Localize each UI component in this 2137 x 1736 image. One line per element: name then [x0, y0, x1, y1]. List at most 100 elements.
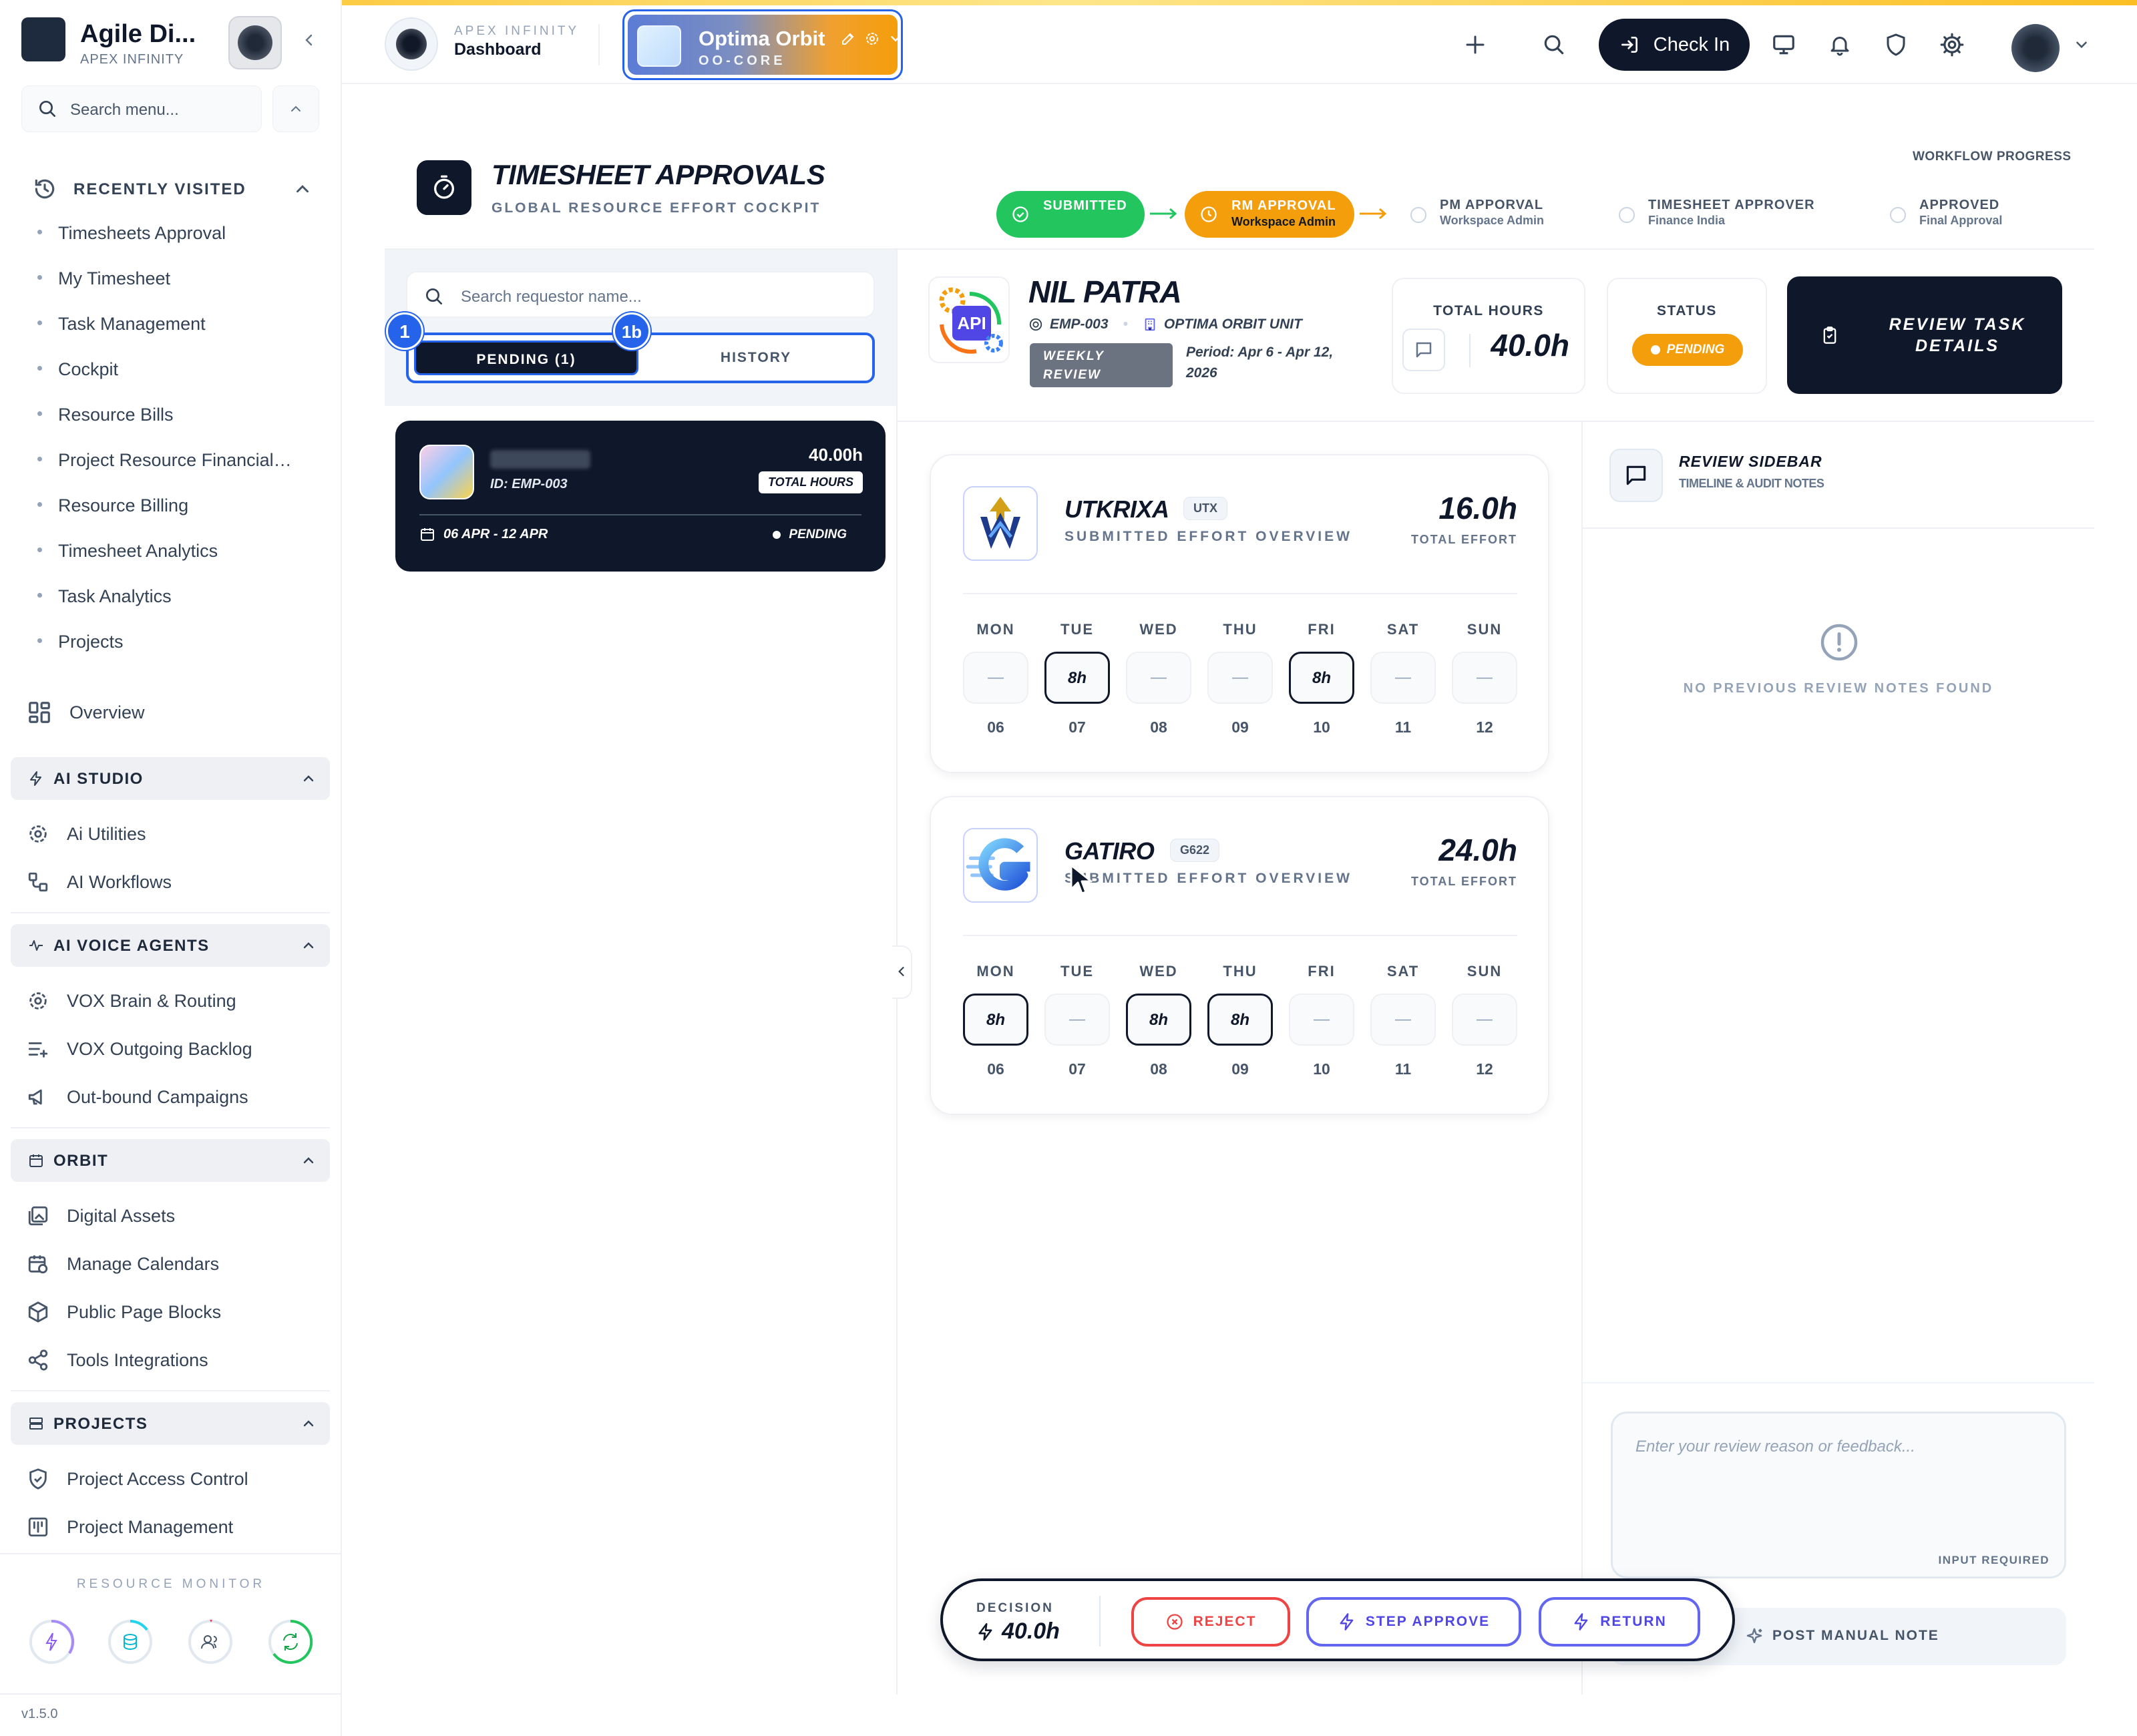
section-projects[interactable]: PROJECTS	[11, 1402, 330, 1445]
recent-item[interactable]: Projects	[37, 632, 124, 652]
sidebar-item-ai-utilities[interactable]: Ai Utilities	[27, 823, 146, 845]
day-date: 08	[1150, 1060, 1167, 1078]
total-hours-box: TOTAL HOURS 40.0h	[1392, 278, 1585, 394]
notifications-button[interactable]	[1823, 28, 1857, 61]
menu-search-placeholder: Search menu...	[70, 101, 179, 119]
day-hours-cell[interactable]: —	[1044, 994, 1110, 1046]
sidebar-item-overview[interactable]: Overview	[27, 700, 145, 725]
day-hours-cell[interactable]: —	[1370, 652, 1436, 704]
sidebar-item-manage-calendars[interactable]: Manage Calendars	[27, 1253, 219, 1275]
review-task-details-button[interactable]: REVIEW TASK DETAILS	[1787, 276, 2062, 394]
day-column: SAT — 11	[1370, 963, 1436, 1078]
company-total-effort: 16.0h	[1438, 491, 1517, 525]
workspace-switcher[interactable]: Optima Orbit OO-CORE	[622, 9, 903, 80]
comments-button[interactable]	[1402, 329, 1445, 371]
tab-history[interactable]: HISTORY	[645, 341, 867, 375]
edit-icon[interactable]	[840, 31, 856, 47]
menu-search-input[interactable]: Search menu...	[21, 85, 262, 132]
user-menu-toggle[interactable]	[2065, 28, 2098, 61]
users-monitor-gauge[interactable]	[187, 1618, 234, 1665]
gear-icon[interactable]	[864, 31, 880, 47]
day-name: SUN	[1467, 963, 1503, 980]
share-nodes-icon	[28, 1349, 48, 1371]
org-logo[interactable]	[385, 17, 438, 71]
workspace-avatar[interactable]	[228, 16, 282, 69]
global-search-button[interactable]	[1537, 28, 1571, 61]
day-column: SAT — 11	[1370, 621, 1436, 736]
day-hours-cell[interactable]: 8h	[1207, 994, 1273, 1046]
return-button[interactable]: RETURN	[1539, 1597, 1700, 1647]
request-card[interactable]: ID: EMP-003 40.00h TOTAL HOURS 06 APR - …	[395, 421, 886, 572]
sidebar-item-project-access-control[interactable]: Project Access Control	[27, 1468, 248, 1490]
sidebar-collapse-button[interactable]	[298, 31, 321, 53]
company-logo	[963, 828, 1038, 903]
review-feedback-textarea[interactable]: Enter your review reason or feedback... …	[1611, 1412, 2066, 1578]
user-avatar[interactable]	[2011, 24, 2060, 72]
requestor-search-input[interactable]: Search requestor name...	[406, 271, 875, 318]
section-orbit[interactable]: ORBIT	[11, 1139, 330, 1182]
app-version: v1.5.0	[21, 1707, 58, 1721]
day-name: SUN	[1467, 621, 1503, 638]
recent-item[interactable]: Project Resource Financial…	[37, 450, 292, 471]
employee-unit: OPTIMA ORBIT UNIT	[1163, 316, 1302, 332]
day-hours-cell[interactable]: —	[1452, 652, 1517, 704]
sidebar-item-project-management[interactable]: Project Management	[27, 1516, 233, 1538]
recent-item[interactable]: My Timesheet	[37, 268, 170, 289]
bolt-gauge-icon	[29, 1619, 75, 1664]
search-icon	[1544, 35, 1564, 55]
recent-item[interactable]: Timesheets Approval	[37, 223, 226, 244]
company-name: UTKRIXA	[1064, 495, 1169, 523]
company-total-effort-label: TOTAL EFFORT	[1411, 533, 1517, 546]
tab-pending[interactable]: PENDING (1)	[414, 341, 638, 375]
security-button[interactable]	[1879, 28, 1913, 61]
day-hours-cell[interactable]: —	[1126, 652, 1191, 704]
recent-item[interactable]: Resource Bills	[37, 405, 174, 425]
sidebar-item-digital-assets[interactable]: Digital Assets	[27, 1205, 175, 1227]
resource-monitor-label: RESOURCE MONITOR	[76, 1577, 266, 1591]
recent-item[interactable]: Resource Billing	[37, 495, 188, 516]
section-ai-studio[interactable]: AI STUDIO	[11, 757, 330, 800]
chevron-down-icon[interactable]	[888, 31, 903, 46]
sidebar-item-ai-workflows[interactable]: AI Workflows	[27, 871, 172, 893]
section-ai-voice-agents[interactable]: AI VOICE AGENTS	[11, 924, 330, 967]
page-title: TIMESHEET APPROVALS	[492, 159, 825, 190]
sync-monitor-gauge[interactable]	[267, 1618, 314, 1665]
day-hours-cell[interactable]: —	[1289, 994, 1354, 1046]
check-in-button[interactable]: Check In	[1599, 19, 1750, 71]
menu-collapse-all-button[interactable]	[272, 85, 319, 132]
reject-button[interactable]: REJECT	[1131, 1597, 1290, 1647]
step-approve-button[interactable]: STEP APPROVE	[1306, 1597, 1521, 1647]
chevron-up-icon	[303, 775, 314, 782]
recent-item[interactable]: Task Analytics	[37, 586, 172, 607]
day-hours-cell[interactable]: —	[963, 652, 1028, 704]
day-hours-cell[interactable]: 8h	[963, 994, 1028, 1046]
display-button[interactable]	[1767, 28, 1800, 61]
recent-item[interactable]: Timesheet Analytics	[37, 541, 218, 562]
sidebar-item-vox-backlog[interactable]: VOX Outgoing Backlog	[27, 1038, 252, 1060]
day-hours-cell[interactable]: 8h	[1289, 652, 1354, 704]
chevron-left-icon	[305, 34, 313, 46]
collapse-list-button[interactable]	[892, 945, 912, 999]
company-name: GATIRO	[1064, 837, 1155, 865]
day-hours-cell[interactable]: 8h	[1126, 994, 1191, 1046]
day-hours-cell[interactable]: 8h	[1044, 652, 1110, 704]
day-hours-cell[interactable]: —	[1207, 652, 1273, 704]
day-hours-cell[interactable]: —	[1370, 994, 1436, 1046]
sidebar-item-vox-brain[interactable]: VOX Brain & Routing	[27, 990, 236, 1012]
db-monitor-gauge[interactable]	[107, 1618, 154, 1665]
day-hours-cell[interactable]: —	[1452, 994, 1517, 1046]
brand-name: Agile Di...	[80, 20, 196, 48]
day-name: WED	[1139, 963, 1178, 980]
recently-visited-header[interactable]: RECENTLY VISITED	[32, 175, 313, 204]
arrow-right-icon	[1150, 208, 1177, 220]
sidebar-item-tools-integrations[interactable]: Tools Integrations	[27, 1349, 208, 1371]
settings-button[interactable]	[1935, 28, 1969, 61]
recent-item[interactable]: Task Management	[37, 314, 206, 335]
database-gauge-icon	[108, 1620, 152, 1664]
sidebar-item-public-page-blocks[interactable]: Public Page Blocks	[27, 1301, 221, 1323]
day-column: MON — 06	[963, 621, 1028, 736]
add-button[interactable]	[1459, 28, 1492, 61]
recent-item[interactable]: Cockpit	[37, 359, 118, 380]
cpu-monitor-gauge[interactable]	[28, 1618, 75, 1665]
sidebar-item-outbound-campaigns[interactable]: Out-bound Campaigns	[27, 1086, 248, 1108]
